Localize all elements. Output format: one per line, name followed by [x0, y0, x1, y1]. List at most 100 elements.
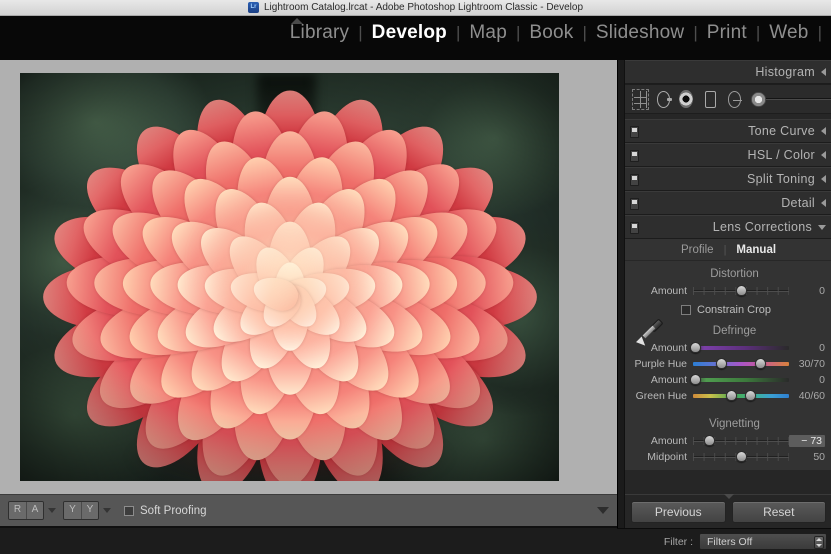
slider-defringe-purple-hue-1[interactable]	[693, 357, 789, 371]
panel-header-lens-corrections[interactable]: Lens Corrections	[625, 215, 831, 239]
panel-header-hsl-color[interactable]: HSL / Color	[625, 143, 831, 167]
lens-corrections-body: Profile | Manual Distortion Amount 0 Constrain…	[625, 239, 831, 470]
slider-knob-defringe-amount-2[interactable]	[690, 373, 702, 385]
slider-gradient-defringe-amount-2	[693, 377, 789, 382]
window-title-bar: Lr Lightroom Catalog.lrcat - Adobe Photo…	[0, 0, 831, 16]
crop-overlay-icon[interactable]	[632, 88, 649, 110]
tab-manual[interactable]: Manual	[736, 244, 776, 256]
filter-label: Filter :	[663, 535, 693, 548]
slider-row-vignetting-amount: Amount − 73	[625, 433, 831, 448]
panel-switch-detail[interactable]	[630, 198, 639, 210]
panel-header-tone-curve[interactable]: Tone Curve	[625, 119, 831, 143]
slider-vignetting-midpoint[interactable]	[693, 450, 789, 464]
panel-disclosure-icon-histogram[interactable]	[821, 68, 826, 76]
filter-select[interactable]: Filters Off	[699, 533, 827, 550]
slider-row-defringe-purple-hue-1: Purple Hue 30/70	[625, 356, 831, 371]
panel-title-histogram: Histogram	[755, 65, 815, 79]
previous-button[interactable]: Previous	[631, 500, 726, 523]
slider-distortion-amount[interactable]	[693, 284, 789, 298]
panel-resize-arrow[interactable]	[723, 494, 734, 499]
tool-strip	[625, 84, 831, 114]
copy-view-y2: Y	[81, 502, 98, 519]
slider-value-defringe-amount-0[interactable]: 0	[789, 342, 825, 354]
slider-vignetting-amount[interactable]	[693, 434, 789, 448]
slider-row-distortion-amount: Amount 0	[625, 283, 831, 298]
adjustment-brush-control	[751, 91, 831, 107]
slider-row-vignetting-midpoint: Midpoint 50	[625, 449, 831, 464]
slider-knob-vignetting-amount[interactable]	[703, 434, 715, 446]
panel-button-bar: Previous Reset	[625, 494, 831, 528]
adjustment-brush-icon[interactable]	[751, 91, 766, 107]
panel-switch-split-toning[interactable]	[630, 174, 639, 186]
slider-knob-defringe-green-hue-3[interactable]	[725, 389, 737, 401]
slider-value-vignetting-midpoint[interactable]: 50	[789, 451, 825, 463]
module-library[interactable]: Library	[281, 22, 358, 44]
slider-row-defringe-amount-2: Amount 0	[625, 372, 831, 387]
slider-value-defringe-purple-hue-1[interactable]: 30/70	[789, 358, 825, 370]
panel-disclosure-icon-detail[interactable]	[821, 199, 826, 207]
spot-removal-icon[interactable]	[656, 90, 673, 108]
toolbar-options-arrow[interactable]	[597, 507, 609, 514]
slider-defringe-green-hue-3[interactable]	[693, 389, 789, 403]
soft-proofing-checkbox[interactable]	[124, 505, 134, 516]
slider-row-defringe-green-hue-3: Green Hue 40/60	[625, 388, 831, 403]
panel-header-split-toning[interactable]: Split Toning	[625, 167, 831, 191]
panel-switch-hsl-color[interactable]	[630, 150, 639, 162]
slider-label-vignetting-amount: Amount	[650, 434, 687, 447]
module-overflow[interactable]: A	[822, 22, 831, 44]
slider-gradient-defringe-purple-hue-1	[693, 361, 789, 366]
before-after-a: A	[26, 502, 43, 519]
defringe-eyedropper-icon[interactable]	[635, 318, 665, 350]
panel-switch-tone-curve[interactable]	[630, 126, 639, 138]
filter-bar: Filter : Filters Off	[617, 528, 831, 554]
slider-label-distortion-amount: Amount	[650, 284, 687, 297]
panel-switch-lens-corrections[interactable]	[630, 222, 639, 234]
slider-knob-distortion-amount[interactable]	[735, 284, 747, 296]
slider-knob-vignetting-midpoint[interactable]	[735, 450, 747, 462]
module-develop[interactable]: Develop	[363, 22, 456, 44]
module-web[interactable]: Web	[760, 22, 817, 44]
slider-value-vignetting-amount[interactable]: − 73	[789, 434, 825, 447]
slider-defringe-amount-0[interactable]	[690, 341, 789, 355]
radial-filter-icon[interactable]	[727, 90, 743, 108]
window-title-text: Lightroom Catalog.lrcat - Adobe Photosho…	[263, 2, 584, 13]
constrain-crop-checkbox[interactable]	[681, 305, 691, 315]
slider-knob2-defringe-green-hue-3[interactable]	[745, 389, 757, 401]
red-eye-correction-icon[interactable]	[679, 90, 694, 108]
before-after-r: R	[9, 502, 26, 519]
module-book[interactable]: Book	[520, 22, 582, 44]
graduated-filter-icon[interactable]	[705, 90, 716, 108]
slider-value-defringe-green-hue-3[interactable]: 40/60	[789, 390, 825, 402]
panel-disclosure-icon-hsl-color[interactable]	[821, 151, 826, 159]
panel-header-histogram[interactable]: Histogram	[625, 60, 831, 84]
photo-frame[interactable]	[20, 73, 559, 481]
slider-defringe-amount-2[interactable]	[690, 373, 789, 387]
defringe-section: Defringe Amount 0 Purple Hue 30/70 Amount 0 Gre…	[625, 318, 831, 403]
slider-knob-defringe-amount-0[interactable]	[690, 341, 702, 353]
panel-title-split-toning: Split Toning	[747, 172, 815, 186]
panel-disclosure-icon-tone-curve[interactable]	[821, 127, 826, 135]
photo-dahlia	[20, 73, 559, 481]
module-map[interactable]: Map	[460, 22, 516, 44]
brush-size-slider[interactable]	[766, 98, 831, 100]
panel-header-detail[interactable]: Detail	[625, 191, 831, 215]
module-print[interactable]: Print	[698, 22, 756, 44]
slider-knob2-defringe-purple-hue-1[interactable]	[754, 357, 766, 369]
tab-profile[interactable]: Profile	[681, 244, 714, 256]
filter-stepper-icon[interactable]	[814, 536, 824, 549]
copy-settings-view-button[interactable]: Y Y	[63, 501, 99, 520]
reset-button[interactable]: Reset	[731, 500, 826, 523]
before-after-view-button[interactable]: R A	[8, 501, 44, 520]
slider-value-distortion-amount[interactable]: 0	[789, 285, 825, 297]
right-panel-body: Histogram Tone Curve HSL / Color Split Toni…	[625, 60, 831, 528]
slider-value-defringe-amount-2[interactable]: 0	[789, 374, 825, 386]
right-panel-edge[interactable]	[618, 60, 625, 528]
panel-title-tone-curve: Tone Curve	[748, 124, 815, 138]
module-slideshow[interactable]: Slideshow	[587, 22, 693, 44]
right-panel: Histogram Tone Curve HSL / Color Split Toni…	[617, 60, 831, 528]
before-after-dropdown-icon[interactable]	[48, 508, 56, 513]
panel-disclosure-icon-split-toning[interactable]	[821, 175, 826, 183]
panel-disclosure-icon-lens-corrections[interactable]	[818, 224, 826, 230]
slider-knob-defringe-purple-hue-1[interactable]	[716, 357, 728, 369]
copy-view-dropdown-icon[interactable]	[103, 508, 111, 513]
